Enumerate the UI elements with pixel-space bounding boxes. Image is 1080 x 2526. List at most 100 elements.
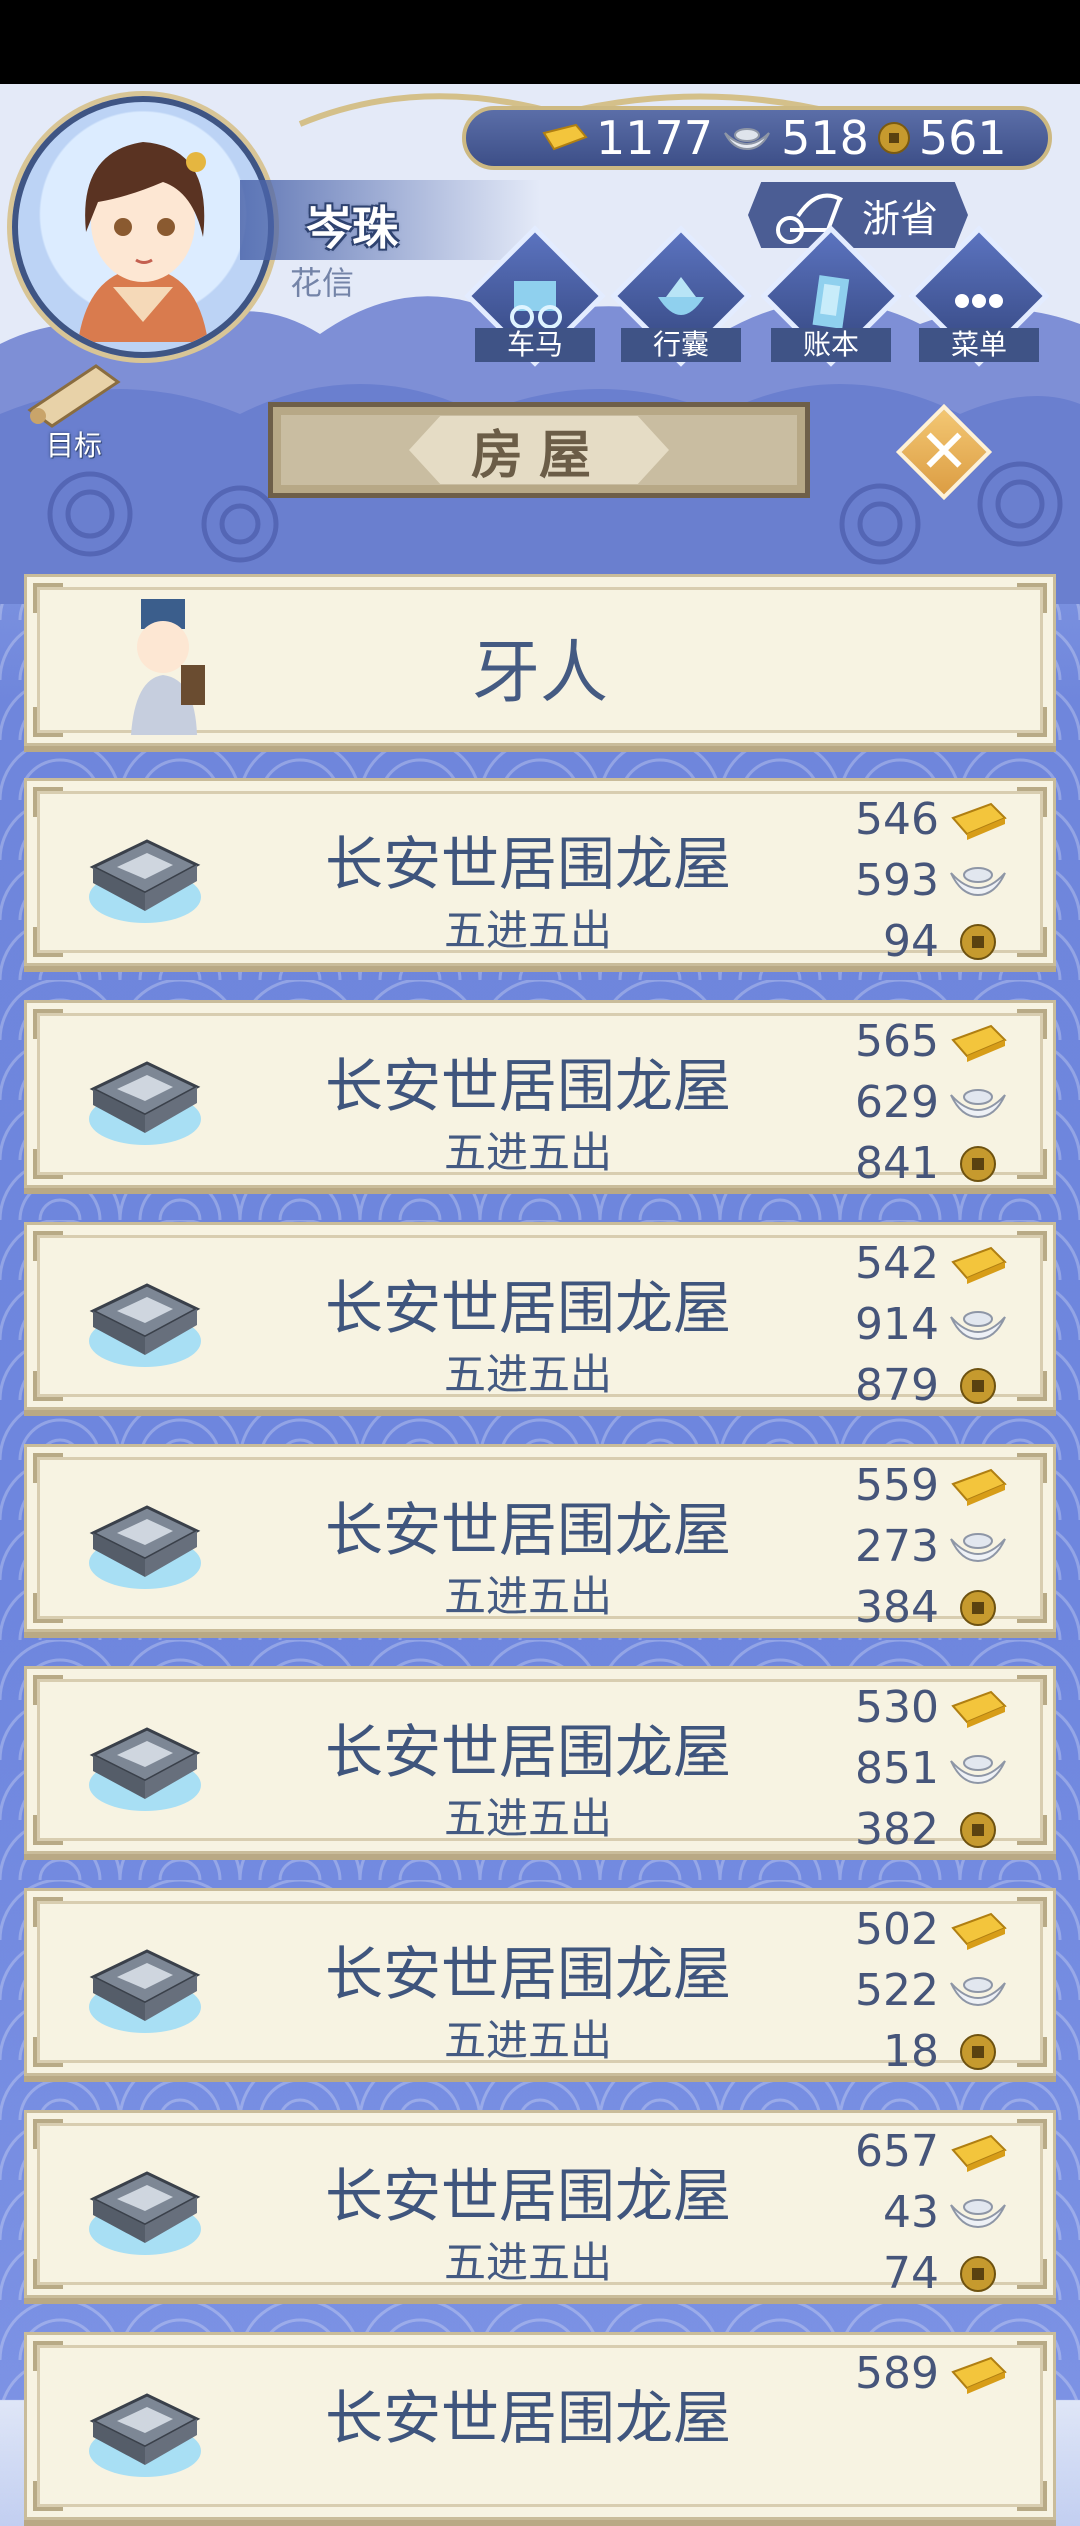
gold-price: 589 <box>855 2348 939 2399</box>
copper-price-row: 18 <box>809 2021 1009 2082</box>
copper-coin-icon <box>960 2255 996 2292</box>
copper-price-row: 384 <box>809 1577 1009 1638</box>
price-list: 559 273 384 <box>809 1455 1009 1638</box>
silver-price: 593 <box>855 855 939 906</box>
gold-price: 542 <box>855 1238 939 1289</box>
copper-price: 384 <box>855 1582 939 1633</box>
gold-price-row: 565 <box>809 1011 1009 1072</box>
copper-price-row: 94 <box>809 911 1009 972</box>
gold-ingot-icon <box>542 123 588 151</box>
house-card[interactable]: 长安世居围龙屋 五进五出 530 851 382 <box>24 1666 1056 1855</box>
gold-ingot-icon <box>951 2356 1007 2394</box>
price-list: 657 43 74 <box>809 2121 1009 2304</box>
silver-ingot-icon <box>950 1088 1006 1118</box>
copper-price-row: 74 <box>809 2243 1009 2304</box>
silver-price-row: 914 <box>809 1294 1009 1355</box>
gold-ingot-icon <box>951 1912 1007 1950</box>
silver-ingot-icon <box>950 866 1006 896</box>
agent-card[interactable]: 牙人 <box>24 574 1056 746</box>
silver-ingot-icon <box>950 1532 1006 1562</box>
copper-coin-icon <box>960 1367 996 1404</box>
gold-amount: 1177 <box>596 111 714 165</box>
silver-price: 522 <box>855 1965 939 2016</box>
currency-bar: 1177 518 561 <box>462 106 1052 170</box>
copper-coin-icon <box>960 1589 996 1626</box>
bundle-icon <box>658 277 704 315</box>
gold-price: 546 <box>855 794 939 845</box>
gold-price-row: 542 <box>809 1233 1009 1294</box>
carriage-button[interactable]: 车马 <box>464 225 606 376</box>
silver-price: 914 <box>855 1299 939 1350</box>
close-icon: ✕ <box>918 417 970 487</box>
gold-price-row: 559 <box>809 1455 1009 1516</box>
copper-price: 879 <box>855 1360 939 1411</box>
copper-coin-icon <box>960 1145 996 1182</box>
silver-ingot-icon <box>950 1976 1006 2006</box>
gold-price: 657 <box>855 2126 939 2177</box>
gold-price-row: 502 <box>809 1899 1009 1960</box>
silver-price-row: 629 <box>809 1072 1009 1133</box>
house-card[interactable]: 长安世居围龙屋 五进五出 565 629 841 <box>24 1000 1056 1189</box>
gold-price: 565 <box>855 1016 939 1067</box>
house-card[interactable]: 长安世居围龙屋 五进五出 546 593 94 <box>24 778 1056 967</box>
silver-price: 629 <box>855 1077 939 1128</box>
price-list: 530 851 382 <box>809 1677 1009 1860</box>
silver-price-row: 851 <box>809 1738 1009 1799</box>
price-list: 589 <box>809 2343 1009 2526</box>
player-avatar[interactable] <box>12 96 274 358</box>
region-button[interactable]: 浙省 <box>748 182 968 248</box>
silver-price-row: 43 <box>809 2182 1009 2243</box>
bundle-button[interactable]: 行囊 <box>610 225 752 376</box>
goal-label: 目标 <box>45 429 102 462</box>
copper-price: 382 <box>855 1804 939 1855</box>
gold-ingot-icon <box>951 802 1007 840</box>
silver-price-row: 273 <box>809 1516 1009 1577</box>
price-list: 542 914 879 <box>809 1233 1009 1416</box>
copper-coin-icon <box>960 2033 996 2070</box>
copper-price: 841 <box>855 1138 939 1189</box>
silver-ingot-icon <box>950 2198 1006 2228</box>
house-card[interactable]: 长安世居围龙屋 五进五出 559 273 384 <box>24 1444 1056 1633</box>
gold-price-row: 546 <box>809 789 1009 850</box>
ledger-label: 账本 <box>771 328 891 362</box>
close-button[interactable]: ✕ <box>895 403 993 501</box>
ledger-button[interactable]: 账本 <box>760 225 902 376</box>
menu-button[interactable]: 菜单 <box>908 225 1050 376</box>
copper-coin-icon <box>960 923 996 960</box>
silver-amount: 518 <box>781 111 869 165</box>
copper-price-row: 841 <box>809 1133 1009 1194</box>
copper-coin-icon <box>960 1811 996 1848</box>
ledger-icon <box>812 275 850 329</box>
silver-ingot-icon <box>950 1754 1006 1784</box>
price-list: 502 522 18 <box>809 1899 1009 2082</box>
gold-price: 502 <box>855 1904 939 1955</box>
copper-amount: 561 <box>918 111 1007 165</box>
copper-price-row: 879 <box>809 1355 1009 1416</box>
region-label: 浙省 <box>861 196 938 241</box>
goal-button[interactable]: 目标 <box>14 360 134 462</box>
copper-price: 18 <box>883 2026 939 2077</box>
player-name: 岑珠 <box>306 201 398 255</box>
silver-price: 851 <box>855 1743 939 1794</box>
price-list: 565 629 841 <box>809 1011 1009 1194</box>
gold-ingot-icon <box>951 1468 1007 1506</box>
gold-ingot-icon <box>951 1690 1007 1728</box>
gold-ingot-icon <box>951 2134 1007 2172</box>
player-title: 花信 <box>290 264 355 302</box>
avatar-portrait-icon <box>78 142 208 342</box>
status-bar <box>0 0 1080 84</box>
house-card[interactable]: 长安世居围龙屋 五进五出 502 522 18 <box>24 1888 1056 2077</box>
silver-price: 43 <box>883 2187 939 2238</box>
house-card[interactable]: 长安世居围龙屋 五进五出 542 914 879 <box>24 1222 1056 1411</box>
gold-price-row: 657 <box>809 2121 1009 2182</box>
copper-coin-icon <box>877 122 910 154</box>
bundle-label: 行囊 <box>621 328 741 362</box>
gold-ingot-icon <box>951 1024 1007 1062</box>
silver-price-row: 522 <box>809 1960 1009 2021</box>
copper-price: 74 <box>883 2248 939 2299</box>
silver-ingot-icon <box>724 128 770 151</box>
house-card[interactable]: 长安世居围龙屋 589 <box>24 2332 1056 2520</box>
copper-price: 94 <box>883 916 939 967</box>
page-title-banner: 房屋 <box>268 402 810 498</box>
house-card[interactable]: 长安世居围龙屋 五进五出 657 43 74 <box>24 2110 1056 2299</box>
